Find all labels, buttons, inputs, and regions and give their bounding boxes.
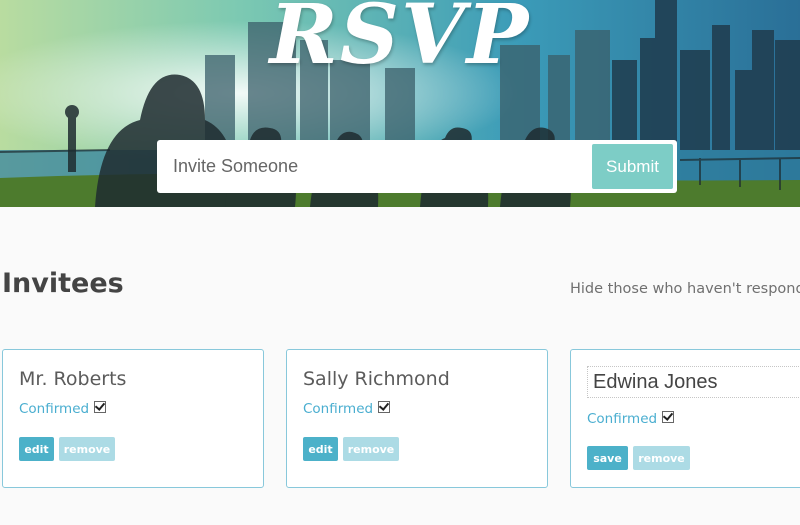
confirmed-label: Confirmed <box>587 411 658 427</box>
invite-form: Submit <box>157 140 677 193</box>
remove-button[interactable]: remove <box>633 446 690 470</box>
remove-button[interactable]: remove <box>343 437 399 461</box>
invitee-name: Mr. Roberts <box>19 368 127 390</box>
save-button[interactable]: save <box>587 446 628 470</box>
rsvp-logo: RSVP <box>269 0 531 83</box>
hero-banner: RSVP Submit <box>0 0 800 207</box>
invitee-name: Sally Richmond <box>303 368 450 390</box>
invitee-card: Sally Richmond Confirmed edit remove <box>286 349 548 488</box>
confirmed-checkbox[interactable] <box>662 411 675 423</box>
confirmed-label: Confirmed <box>19 401 90 417</box>
confirmed-row: Confirmed <box>303 401 391 417</box>
confirmed-checkbox[interactable] <box>94 401 107 413</box>
confirmed-label: Confirmed <box>303 401 374 417</box>
confirmed-row: Confirmed <box>587 411 675 427</box>
remove-button[interactable]: remove <box>59 437 115 461</box>
hide-unresponded-filter[interactable]: Hide those who haven't responde <box>570 281 800 297</box>
submit-button[interactable]: Submit <box>592 144 673 189</box>
edit-button[interactable]: edit <box>303 437 338 461</box>
page-title: Invitees <box>2 268 124 299</box>
filter-label: Hide those who haven't responde <box>570 281 800 297</box>
confirmed-row: Confirmed <box>19 401 107 417</box>
invitee-card: Mr. Roberts Confirmed edit remove <box>2 349 264 488</box>
confirmed-checkbox[interactable] <box>378 401 391 413</box>
edit-button[interactable]: edit <box>19 437 54 461</box>
invitee-name-field[interactable] <box>587 366 800 398</box>
invitee-card-editing: Confirmed save remove <box>570 349 800 488</box>
invite-input[interactable] <box>157 140 587 193</box>
